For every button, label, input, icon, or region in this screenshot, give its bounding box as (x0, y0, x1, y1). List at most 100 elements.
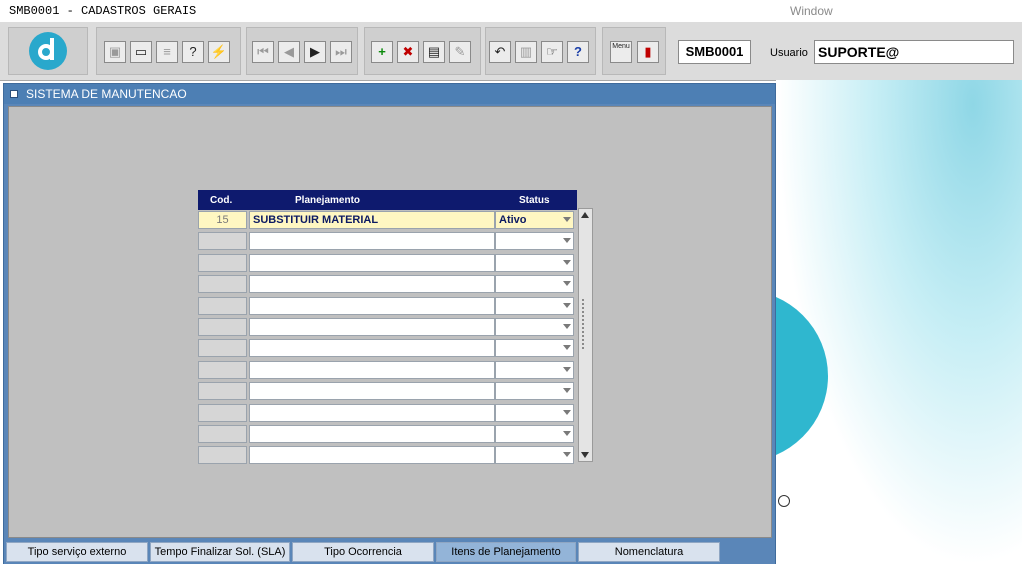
chevron-down-icon[interactable] (563, 238, 571, 243)
status-select[interactable]: Ativo (495, 211, 574, 229)
status-select[interactable] (495, 425, 574, 443)
undo-icon: ↶ (494, 44, 506, 59)
eraser-icon: ▤ (427, 44, 441, 59)
planejamento-cell[interactable] (249, 446, 495, 464)
status-select[interactable] (495, 275, 574, 293)
cod-cell[interactable] (198, 382, 247, 400)
planejamento-cell[interactable] (249, 404, 495, 422)
floppy-icon: ▣ (108, 44, 122, 59)
help-button[interactable]: ? (567, 41, 589, 63)
status-select[interactable] (495, 404, 574, 422)
cod-cell[interactable] (198, 339, 247, 357)
cod-cell[interactable] (198, 318, 247, 336)
cod-cell[interactable] (198, 361, 247, 379)
planejamento-cell[interactable] (249, 361, 495, 379)
tab-tipo-ocorrencia[interactable]: Tipo Ocorrencia (292, 542, 434, 562)
planejamento-cell[interactable] (249, 339, 495, 357)
tab-itens-de-planejamento[interactable]: Itens de Planejamento (436, 542, 576, 562)
chevron-down-icon[interactable] (563, 388, 571, 393)
exit-button[interactable]: ▮ (637, 41, 659, 63)
clear-record-button[interactable]: ▤ (423, 41, 445, 63)
table-row (198, 361, 574, 379)
cod-cell[interactable] (198, 425, 247, 443)
chevron-down-icon[interactable] (563, 345, 571, 350)
planejamento-cell[interactable] (249, 382, 495, 400)
chevron-down-icon[interactable] (563, 281, 571, 286)
planejamento-cell[interactable] (249, 425, 495, 443)
status-select[interactable] (495, 232, 574, 250)
list-values-button[interactable]: ☞ (541, 41, 563, 63)
user-label: Usuario (770, 47, 808, 59)
first-icon: ⏮ (257, 44, 269, 59)
scroll-down-icon[interactable] (581, 452, 589, 458)
planejamento-cell[interactable] (249, 232, 495, 250)
cod-cell[interactable] (198, 446, 247, 464)
table-row (198, 318, 574, 336)
planejamento-cell[interactable] (249, 318, 495, 336)
chevron-down-icon[interactable] (563, 324, 571, 329)
table-row (198, 232, 574, 250)
undo-button[interactable]: ↶ (489, 41, 511, 63)
chevron-down-icon[interactable] (563, 260, 571, 265)
menu-window[interactable]: Window (790, 4, 833, 18)
scroll-up-icon[interactable] (581, 212, 589, 218)
desktop-background (776, 80, 1022, 568)
tab-tipo-servico-externo[interactable]: Tipo serviço externo (6, 542, 148, 562)
delete-record-button[interactable]: ✖ (397, 41, 419, 63)
table-row (198, 254, 574, 272)
status-select[interactable] (495, 318, 574, 336)
tab-nomenclatura[interactable]: Nomenclatura (578, 542, 720, 562)
status-select[interactable] (495, 339, 574, 357)
execute-query-button[interactable]: ⚡ (208, 41, 230, 63)
cod-cell[interactable] (198, 254, 247, 272)
cod-cell[interactable]: 15 (198, 211, 247, 229)
form-window-titlebar[interactable]: SISTEMA DE MANUTENCAO (4, 84, 775, 104)
chevron-down-icon[interactable] (563, 367, 571, 372)
first-record-button[interactable]: ⏮ (252, 41, 274, 63)
user-field[interactable]: SUPORTE@ (814, 40, 1014, 64)
cod-cell[interactable] (198, 232, 247, 250)
save-button[interactable]: ▣ (104, 41, 126, 63)
background-ring (778, 495, 790, 507)
print-preview-button[interactable]: ▭ (130, 41, 152, 63)
prev-record-button[interactable]: ◀ (278, 41, 300, 63)
grid-scrollbar[interactable] (578, 208, 593, 462)
app-logo-icon (29, 32, 67, 70)
cod-cell[interactable] (198, 297, 247, 315)
clipboard-button[interactable]: ▥ (515, 41, 537, 63)
last-icon: ⏭ (335, 44, 347, 59)
printer-icon: ≡ (163, 44, 171, 59)
chevron-down-icon[interactable] (563, 452, 571, 457)
header-status: Status (519, 195, 550, 206)
chevron-down-icon[interactable] (563, 410, 571, 415)
menu-button[interactable]: Menu (610, 41, 632, 63)
planejamento-cell[interactable] (249, 275, 495, 293)
form-canvas: Cod. Planejamento Status 15 SUBSTITUIR MA… (8, 106, 772, 538)
last-record-button[interactable]: ⏭ (330, 41, 352, 63)
status-select[interactable] (495, 254, 574, 272)
chevron-down-icon[interactable] (563, 431, 571, 436)
edit-button[interactable]: ✎ (449, 41, 471, 63)
scroll-grip-icon[interactable] (582, 299, 590, 349)
chevron-down-icon[interactable] (563, 217, 571, 222)
tab-tempo-finalizar-sla[interactable]: Tempo Finalizar Sol. (SLA) (150, 542, 290, 562)
planejamento-cell[interactable] (249, 297, 495, 315)
planejamento-cell[interactable]: SUBSTITUIR MATERIAL (249, 211, 495, 229)
cod-cell[interactable] (198, 275, 247, 293)
status-select[interactable] (495, 297, 574, 315)
planejamento-cell[interactable] (249, 254, 495, 272)
query-button[interactable]: ? (182, 41, 204, 63)
menu-button-label: Menu (612, 43, 630, 50)
insert-record-button[interactable]: + (371, 41, 393, 63)
clipboard-icon: ▥ (519, 44, 533, 59)
status-select[interactable] (495, 382, 574, 400)
next-record-button[interactable]: ▶ (304, 41, 326, 63)
grid-header: Cod. Planejamento Status (198, 190, 577, 210)
status-select[interactable] (495, 446, 574, 464)
next-icon: ▶ (310, 44, 320, 59)
cod-cell[interactable] (198, 404, 247, 422)
header-cod: Cod. (210, 195, 233, 206)
status-select[interactable] (495, 361, 574, 379)
chevron-down-icon[interactable] (563, 303, 571, 308)
print-button[interactable]: ≡ (156, 41, 178, 63)
